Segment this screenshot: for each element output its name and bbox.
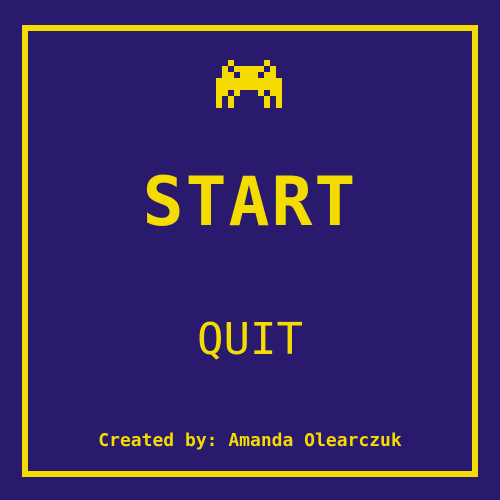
start-button[interactable]: START xyxy=(0,163,500,243)
quit-button[interactable]: QUIT xyxy=(0,313,500,367)
space-invader-icon xyxy=(216,60,282,120)
game-menu-screen: START QUIT Created by: Amanda Olearczuk xyxy=(0,0,500,500)
credits-text: Created by: Amanda Olearczuk xyxy=(98,430,402,451)
